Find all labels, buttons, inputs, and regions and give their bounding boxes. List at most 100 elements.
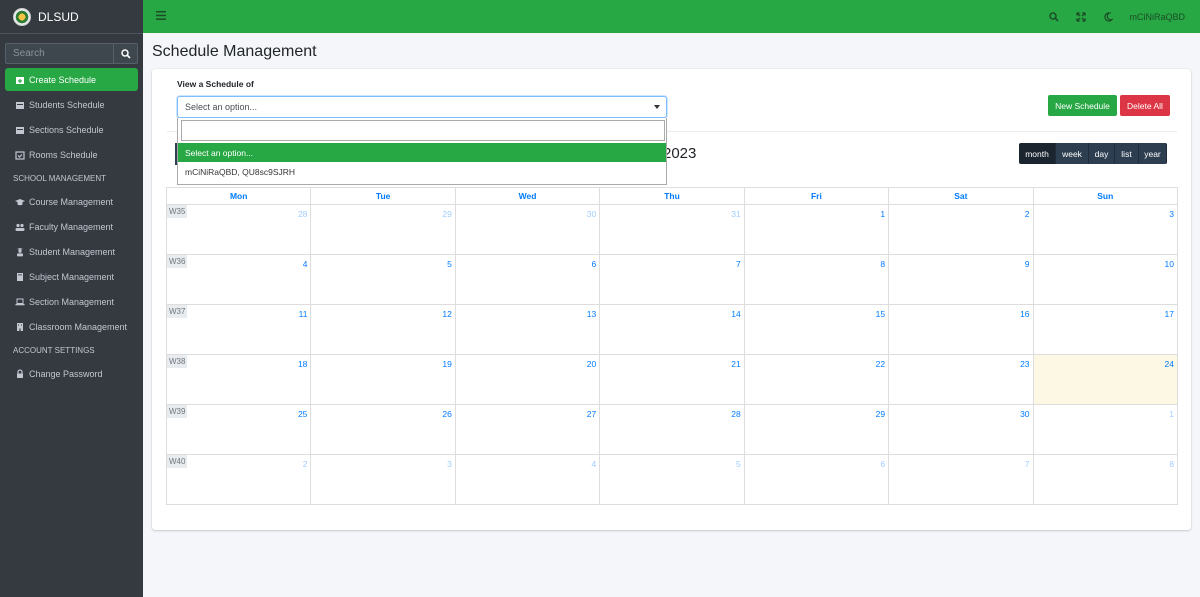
calendar-day-cell[interactable]: W38 18: [165, 354, 312, 405]
day-number[interactable]: 16: [1020, 309, 1029, 319]
calendar-day-cell[interactable]: 5: [310, 254, 456, 305]
day-number[interactable]: 8: [1169, 459, 1174, 469]
day-number[interactable]: 1: [880, 209, 885, 219]
week-number[interactable]: W36: [167, 255, 188, 268]
day-number[interactable]: 17: [1165, 309, 1174, 319]
weekday-header[interactable]: Mon: [165, 187, 312, 205]
day-number[interactable]: 5: [447, 259, 452, 269]
calendar-day-cell[interactable]: 6: [743, 454, 890, 505]
calendar-day-cell[interactable]: 19: [310, 354, 456, 405]
view-week-button[interactable]: week: [1056, 143, 1089, 164]
day-number[interactable]: 2: [1025, 209, 1030, 219]
calendar-day-cell[interactable]: 23: [888, 354, 1034, 405]
day-number[interactable]: 30: [587, 209, 596, 219]
day-number[interactable]: 10: [1165, 259, 1174, 269]
day-number[interactable]: 26: [442, 409, 451, 419]
day-number[interactable]: 31: [731, 209, 740, 219]
weekday-header[interactable]: Sun: [1032, 187, 1179, 205]
day-number[interactable]: 28: [731, 409, 740, 419]
day-number[interactable]: 20: [587, 359, 596, 369]
sidebar-item-students-schedule[interactable]: Students Schedule: [5, 93, 138, 116]
calendar-day-cell[interactable]: W36 4: [165, 254, 312, 305]
day-number[interactable]: 1: [1169, 409, 1174, 419]
dropdown-option[interactable]: Select an option...: [178, 143, 666, 162]
calendar-day-cell[interactable]: 14: [599, 304, 745, 355]
day-number[interactable]: 24: [1165, 359, 1174, 369]
delete-all-button[interactable]: Delete All: [1120, 95, 1170, 116]
calendar-day-cell[interactable]: 2: [888, 204, 1034, 255]
day-number[interactable]: 15: [876, 309, 885, 319]
day-number[interactable]: 2: [303, 459, 308, 469]
sidebar-item-subject-management[interactable]: Subject Management: [5, 265, 138, 288]
dropdown-option[interactable]: mCiNiRaQBD, QU8sc9SJRH: [178, 162, 666, 181]
calendar-day-cell[interactable]: 8: [1032, 454, 1179, 505]
day-number[interactable]: 29: [876, 409, 885, 419]
sidebar-item-rooms-schedule[interactable]: Rooms Schedule: [5, 143, 138, 166]
weekday-header[interactable]: Sat: [888, 187, 1034, 205]
calendar-day-cell[interactable]: 7: [599, 254, 745, 305]
calendar-day-cell[interactable]: W40 2: [165, 454, 312, 505]
day-number[interactable]: 28: [298, 209, 307, 219]
sidebar-item-student-management[interactable]: Student Management: [5, 240, 138, 263]
day-number[interactable]: 27: [587, 409, 596, 419]
calendar-day-cell[interactable]: 3: [1032, 204, 1179, 255]
week-number[interactable]: W40: [167, 455, 188, 468]
view-year-button[interactable]: year: [1139, 143, 1167, 164]
day-number[interactable]: 18: [298, 359, 307, 369]
calendar-day-cell[interactable]: 1: [743, 204, 890, 255]
weekday-header[interactable]: Wed: [454, 187, 601, 205]
day-number[interactable]: 6: [880, 459, 885, 469]
calendar-day-cell[interactable]: 28: [599, 404, 745, 455]
user-menu[interactable]: mCiNiRaQBD: [1129, 12, 1185, 22]
sidebar-search-button[interactable]: [113, 43, 138, 64]
day-number[interactable]: 22: [876, 359, 885, 369]
view-month-button[interactable]: month: [1019, 143, 1056, 164]
weekday-header[interactable]: Tue: [310, 187, 456, 205]
day-number[interactable]: 3: [447, 459, 452, 469]
day-number[interactable]: 7: [1025, 459, 1030, 469]
day-number[interactable]: 5: [736, 459, 741, 469]
day-number[interactable]: 19: [442, 359, 451, 369]
view-day-button[interactable]: day: [1089, 143, 1115, 164]
day-number[interactable]: 7: [736, 259, 741, 269]
weekday-header[interactable]: Thu: [599, 187, 745, 205]
day-number[interactable]: 13: [587, 309, 596, 319]
week-number[interactable]: W39: [167, 405, 188, 418]
brand-link[interactable]: DLSUD: [0, 0, 143, 34]
calendar-day-cell[interactable]: 29: [310, 204, 456, 255]
day-number[interactable]: 3: [1169, 209, 1174, 219]
day-number[interactable]: 12: [442, 309, 451, 319]
calendar-day-cell[interactable]: 13: [454, 304, 601, 355]
calendar-day-cell[interactable]: 26: [310, 404, 456, 455]
sidebar-item-faculty-management[interactable]: Faculty Management: [5, 215, 138, 238]
calendar-day-cell[interactable]: 30: [454, 204, 601, 255]
calendar-day-cell[interactable]: 15: [743, 304, 890, 355]
sidebar-item-create-schedule[interactable]: Create Schedule: [5, 68, 138, 91]
day-number[interactable]: 11: [299, 309, 308, 319]
calendar-day-cell[interactable]: 12: [310, 304, 456, 355]
day-number[interactable]: 30: [1020, 409, 1029, 419]
calendar-day-cell[interactable]: 8: [743, 254, 890, 305]
day-number[interactable]: 4: [592, 459, 597, 469]
calendar-day-today[interactable]: 24: [1032, 354, 1179, 405]
day-number[interactable]: 6: [592, 259, 597, 269]
calendar-day-cell[interactable]: 31: [599, 204, 745, 255]
calendar-day-cell[interactable]: 16: [888, 304, 1034, 355]
day-number[interactable]: 25: [298, 409, 307, 419]
weekday-header[interactable]: Fri: [743, 187, 890, 205]
calendar-day-cell[interactable]: 1: [1032, 404, 1179, 455]
calendar-day-cell[interactable]: W37 11: [165, 304, 312, 355]
calendar-day-cell[interactable]: 27: [454, 404, 601, 455]
sidebar-item-course-management[interactable]: Course Management: [5, 190, 138, 213]
day-number[interactable]: 9: [1025, 259, 1030, 269]
calendar-day-cell[interactable]: 30: [888, 404, 1034, 455]
calendar-day-cell[interactable]: W39 25: [165, 404, 312, 455]
sidebar-search-input[interactable]: [5, 43, 113, 64]
calendar-day-cell[interactable]: 6: [454, 254, 601, 305]
menu-toggle-button[interactable]: [156, 10, 168, 23]
calendar-day-cell[interactable]: 20: [454, 354, 601, 405]
day-number[interactable]: 29: [442, 209, 451, 219]
calendar-day-cell[interactable]: 22: [743, 354, 890, 405]
calendar-day-cell[interactable]: 17: [1032, 304, 1179, 355]
calendar-day-cell[interactable]: 21: [599, 354, 745, 405]
